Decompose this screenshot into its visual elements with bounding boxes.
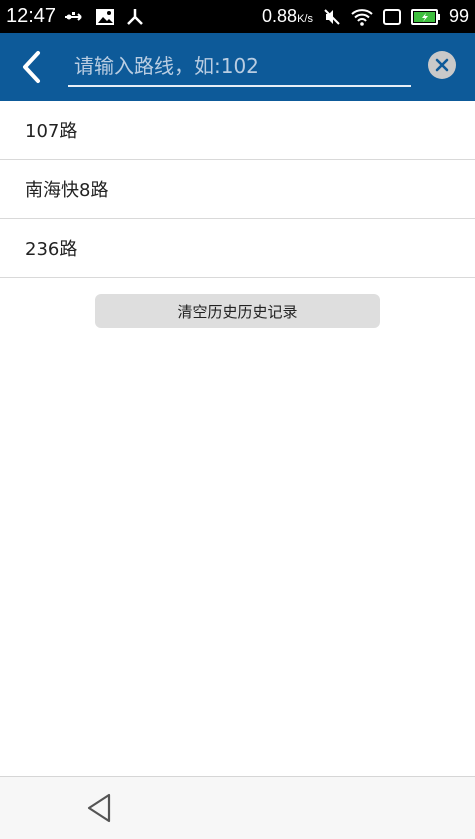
nav-back-button[interactable] [84,793,114,823]
history-item[interactable]: 南海快8路 [0,160,475,219]
search-history-list: 107路 南海快8路 236路 [0,101,475,278]
image-icon [94,7,116,27]
history-item-label: 南海快8路 [25,180,109,201]
close-icon [435,58,449,72]
wifi-icon [351,7,373,27]
history-item[interactable]: 107路 [0,101,475,160]
back-button[interactable] [14,49,48,85]
history-item-label: 236路 [25,239,78,260]
status-time: 12:47 [6,5,57,27]
chevron-left-icon [23,51,40,83]
mute-icon [321,7,343,27]
system-nav-bar [0,776,475,839]
clear-search-button[interactable] [428,51,456,79]
screen-icon [381,7,403,27]
app-bar [0,33,475,101]
share-node-icon [124,7,146,27]
triangle-back-icon [87,793,111,823]
search-field [68,49,411,87]
network-speed-unit: K/s [297,13,313,25]
clear-history-button[interactable]: 清空历史历史记录 [95,294,380,328]
battery-level: 99 [448,6,469,26]
status-bar: 12:47 0.88K/s 99 [0,0,475,33]
history-item-label: 107路 [25,121,78,142]
history-item[interactable]: 236路 [0,219,475,278]
usb-icon [64,7,86,27]
network-speed: 0.88K/s [262,6,313,26]
battery-charging-icon [410,7,441,27]
route-search-input[interactable] [68,49,411,83]
